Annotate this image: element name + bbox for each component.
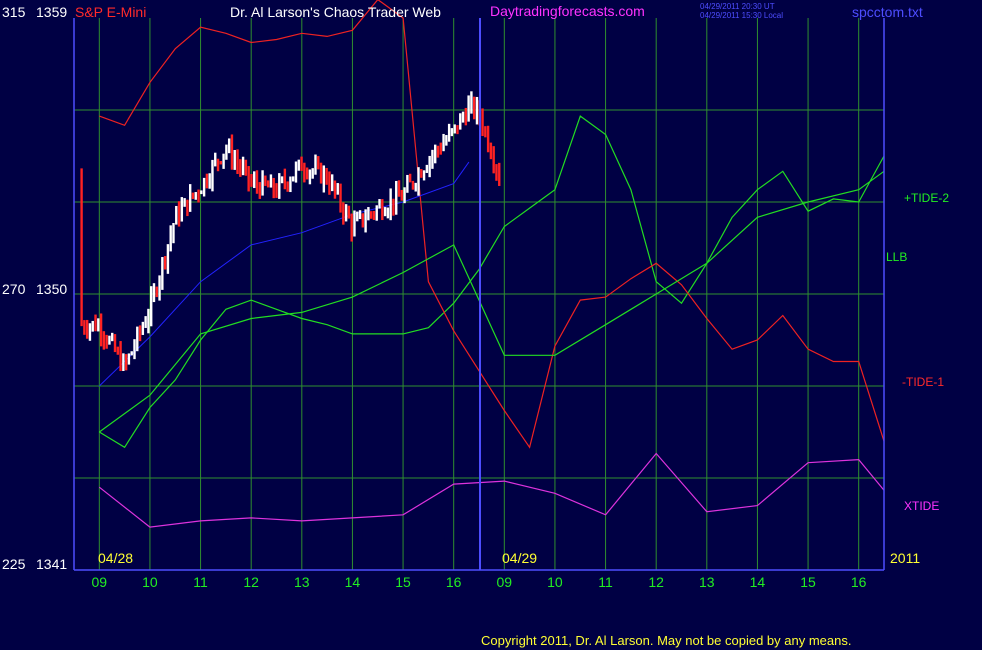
x-tick-label: 11 (598, 574, 613, 590)
y-price-bottom-label: 1341 (36, 556, 68, 572)
x-tick-label: 13 (294, 574, 310, 590)
legend-llb: LLB (886, 250, 908, 264)
y-price-top-label: 1359 (36, 4, 68, 20)
x-tick-label: 14 (750, 574, 766, 590)
x-tick-label: 11 (193, 574, 208, 590)
x-tick-label: 14 (345, 574, 361, 590)
filename-label: spcctom.txt (852, 4, 923, 20)
x-tick-label: 09 (92, 574, 108, 590)
date-label-right: 04/29 (502, 550, 538, 566)
page-title: Dr. Al Larson's Chaos Trader Web (230, 4, 441, 20)
y-left-bottom-label: 225 (2, 556, 26, 572)
price-chart: 09 10 11 12 13 14 15 16 09 10 11 12 13 14 15 16 (0, 0, 982, 650)
website-label: Daytradingforecasts.com (490, 3, 645, 19)
x-tick-label: 12 (243, 574, 259, 590)
year-label: 2011 (890, 550, 921, 566)
x-tick-label: 09 (497, 574, 513, 590)
legend-tide2: +TIDE-2 (904, 191, 950, 205)
x-tick-label: 16 (851, 574, 867, 590)
x-tick-label: 13 (699, 574, 715, 590)
timestamp-local: 04/29/2011 15:30 Local (700, 11, 784, 20)
x-tick-label: 15 (395, 574, 411, 590)
x-tick-label: 10 (142, 574, 158, 590)
legend-xtide: XTIDE (904, 499, 940, 513)
x-tick-label: 16 (446, 574, 462, 590)
y-left-mid-label: 270 (2, 281, 26, 297)
timestamp-ut: 04/29/2011 20:30 UT (700, 2, 775, 11)
legend-tide1: -TIDE-1 (902, 375, 944, 389)
y-price-mid-label: 1350 (36, 281, 68, 297)
y-left-top-label: 315 (2, 4, 26, 20)
x-tick-label: 15 (800, 574, 816, 590)
x-tick-label: 12 (648, 574, 664, 590)
x-tick-label: 10 (547, 574, 563, 590)
date-label-left: 04/28 (98, 550, 134, 566)
header: 315 1359 S&P E-Mini Dr. Al Larson's Chao… (0, 0, 982, 22)
symbol-label: S&P E-Mini (75, 4, 147, 20)
copyright-footer: Copyright 2011, Dr. Al Larson. May not b… (481, 633, 852, 648)
